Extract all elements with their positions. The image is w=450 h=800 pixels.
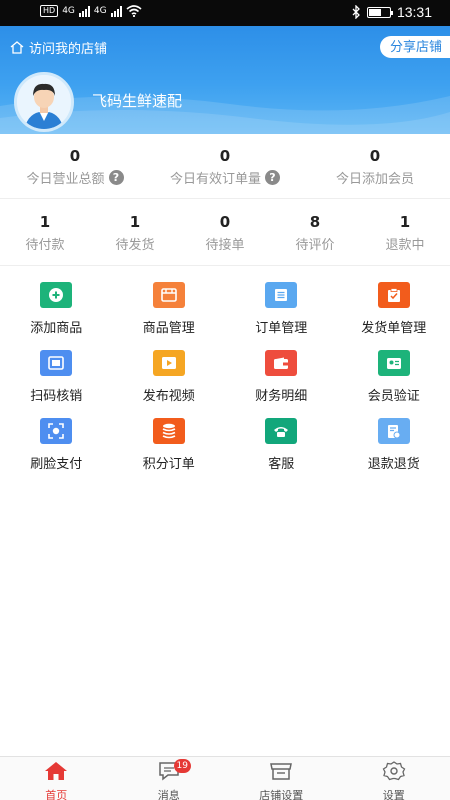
battery-icon bbox=[366, 6, 393, 18]
menu-shipment-manage[interactable]: 发货单管理 bbox=[338, 282, 450, 336]
menu-order-manage[interactable]: 订单管理 bbox=[225, 282, 338, 336]
divider bbox=[0, 198, 450, 199]
bottom-tab-bar: 首页 19 消息 店铺设置 设置 bbox=[0, 756, 450, 800]
menu-member-verify[interactable]: 会员验证 bbox=[338, 350, 450, 404]
refund-icon bbox=[377, 418, 410, 444]
tab-label: 店铺设置 bbox=[259, 789, 304, 800]
network-type-1: 4G bbox=[62, 6, 75, 16]
product-manage-icon bbox=[152, 282, 185, 308]
visit-store-label: 访问我的店铺 bbox=[29, 42, 108, 57]
stat-value: 0 bbox=[369, 147, 381, 165]
order-status-label: 待付款 bbox=[25, 238, 65, 253]
today-stats: 0 今日营业总额? 0 今日有效订单量? 0 今日添加会员 bbox=[0, 146, 450, 190]
add-product-icon bbox=[40, 282, 73, 308]
stat-members[interactable]: 0 今日添加会员 bbox=[300, 146, 450, 190]
menu-label: 发布视频 bbox=[142, 389, 195, 404]
menu-scan-verify[interactable]: 扫码核销 bbox=[0, 350, 113, 404]
stat-label: 今日营业总额 bbox=[26, 172, 105, 187]
message-badge: 19 bbox=[173, 759, 191, 773]
order-status-row: 1 待付款 1 待发货 0 待接单 8 待评价 1 退款中 bbox=[0, 212, 450, 256]
tab-home[interactable]: 首页 bbox=[0, 757, 113, 800]
tab-label: 消息 bbox=[157, 789, 180, 800]
menu-customer-service[interactable]: 客服 bbox=[225, 418, 338, 472]
order-status-pending-payment[interactable]: 1 待付款 bbox=[0, 212, 90, 256]
order-status-to-ship[interactable]: 1 待发货 bbox=[90, 212, 180, 256]
signal-icon-2 bbox=[110, 5, 122, 17]
points-icon bbox=[152, 418, 185, 444]
home-outline-icon bbox=[10, 41, 24, 54]
help-icon[interactable]: ? bbox=[265, 170, 280, 185]
order-status-to-accept[interactable]: 0 待接单 bbox=[180, 212, 270, 256]
tab-messages[interactable]: 19 消息 bbox=[113, 757, 226, 800]
menu-label: 订单管理 bbox=[255, 321, 308, 336]
tab-store-settings[interactable]: 店铺设置 bbox=[225, 757, 338, 800]
order-status-label: 待接单 bbox=[205, 238, 245, 253]
tab-label: 首页 bbox=[45, 789, 68, 800]
stat-label: 今日有效订单量 bbox=[169, 172, 261, 187]
share-store-button[interactable]: 分享店铺 bbox=[379, 36, 450, 58]
bluetooth-icon bbox=[352, 5, 360, 19]
hd-indicator: HD bbox=[40, 5, 59, 17]
menu-label: 会员验证 bbox=[367, 389, 420, 404]
order-count: 8 bbox=[309, 213, 321, 231]
menu-publish-video[interactable]: 发布视频 bbox=[113, 350, 226, 404]
order-status-to-review[interactable]: 8 待评价 bbox=[270, 212, 360, 256]
menu-label: 刷脸支付 bbox=[30, 457, 83, 472]
menu-add-product[interactable]: 添加商品 bbox=[0, 282, 113, 336]
member-card-icon bbox=[377, 350, 410, 376]
store-header: 访问我的店铺 分享店铺 飞码生鲜速配 bbox=[0, 26, 450, 134]
divider bbox=[0, 265, 450, 266]
shipment-icon bbox=[377, 282, 410, 308]
order-status-label: 退款中 bbox=[385, 238, 425, 253]
wallet-icon bbox=[265, 350, 298, 376]
order-status-label: 待评价 bbox=[295, 238, 335, 253]
network-type-2: 4G bbox=[93, 6, 107, 16]
tab-settings[interactable]: 设置 bbox=[338, 757, 450, 800]
menu-points-order[interactable]: 积分订单 bbox=[113, 418, 226, 472]
menu-label: 退款退货 bbox=[367, 457, 420, 472]
stat-revenue[interactable]: 0 今日营业总额? bbox=[0, 146, 150, 190]
menu-label: 商品管理 bbox=[142, 321, 195, 336]
order-count: 1 bbox=[39, 213, 51, 231]
store-name: 飞码生鲜速配 bbox=[92, 92, 183, 110]
menu-label: 积分订单 bbox=[142, 457, 195, 472]
menu-label: 添加商品 bbox=[30, 321, 83, 336]
stat-orders[interactable]: 0 今日有效订单量? bbox=[150, 146, 300, 190]
signal-indicators: HD 4G 4G bbox=[40, 5, 142, 17]
video-icon bbox=[152, 350, 185, 376]
menu-label: 发货单管理 bbox=[361, 321, 427, 336]
menu-face-pay[interactable]: 刷脸支付 bbox=[0, 418, 113, 472]
menu-product-manage[interactable]: 商品管理 bbox=[113, 282, 226, 336]
function-menu-grid: 添加商品 商品管理 订单管理 发货单管理 扫码核销 发布视频 财务明细 会员验证… bbox=[0, 282, 450, 472]
clock: 13:31 bbox=[396, 4, 432, 20]
wifi-icon bbox=[126, 5, 142, 17]
order-count: 1 bbox=[129, 213, 141, 231]
face-pay-icon bbox=[40, 418, 73, 444]
stat-value: 0 bbox=[219, 147, 231, 165]
status-bar: HD 4G 4G 13:31 bbox=[0, 0, 450, 26]
stat-value: 0 bbox=[69, 147, 81, 165]
avatar-person-icon bbox=[17, 75, 71, 129]
order-list-icon bbox=[265, 282, 298, 308]
store-settings-icon bbox=[270, 763, 293, 780]
stat-label: 今日添加会员 bbox=[335, 172, 414, 187]
order-count: 1 bbox=[399, 213, 411, 231]
order-status-label: 待发货 bbox=[115, 238, 155, 253]
menu-label: 扫码核销 bbox=[30, 389, 83, 404]
signal-icon bbox=[78, 5, 90, 17]
menu-label: 财务明细 bbox=[255, 389, 308, 404]
phone-icon bbox=[265, 418, 298, 444]
menu-refund-return[interactable]: 退款退货 bbox=[338, 418, 450, 472]
menu-finance-detail[interactable]: 财务明细 bbox=[225, 350, 338, 404]
order-count: 0 bbox=[219, 213, 231, 231]
avatar[interactable] bbox=[14, 72, 74, 132]
gear-icon bbox=[382, 761, 406, 781]
home-icon bbox=[45, 762, 68, 780]
scan-icon bbox=[40, 350, 73, 376]
visit-store-link[interactable]: 访问我的店铺 bbox=[10, 38, 107, 57]
tab-label: 设置 bbox=[382, 789, 405, 800]
menu-label: 客服 bbox=[268, 457, 295, 472]
order-status-refunding[interactable]: 1 退款中 bbox=[360, 212, 450, 256]
help-icon[interactable]: ? bbox=[108, 170, 124, 185]
